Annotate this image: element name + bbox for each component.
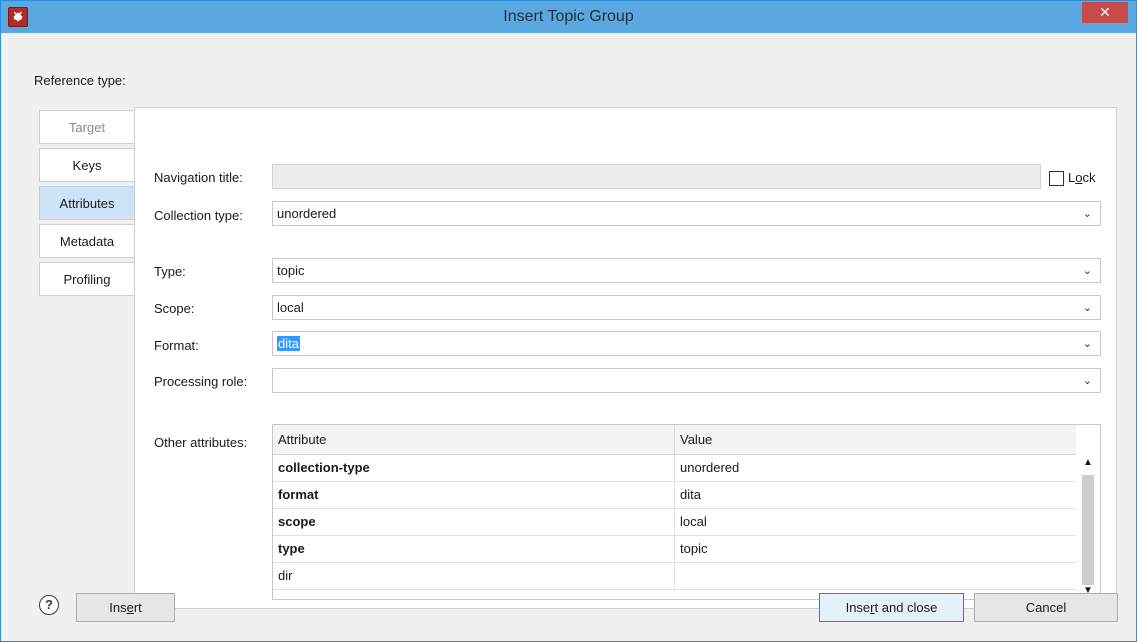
tab-metadata[interactable]: Metadata (39, 224, 134, 258)
table-row[interactable]: format dita (273, 482, 1076, 509)
table-row[interactable]: dir (273, 563, 1076, 590)
navigation-title-field[interactable] (272, 164, 1041, 189)
format-label: Format: (154, 338, 199, 353)
format-value: dita (277, 336, 300, 351)
lock-label-suffix: ck (1082, 170, 1096, 185)
title-bar: Insert Topic Group ✕ (1, 1, 1136, 33)
type-value: topic (277, 263, 305, 278)
attribute-value-cell[interactable]: unordered (675, 455, 1076, 482)
insert-label-mnemonic: e (126, 600, 134, 615)
chevron-down-icon: ⌄ (1082, 265, 1092, 277)
column-header-attribute[interactable]: Attribute (273, 425, 675, 455)
dialog-content: Reference type: Target Keys Attributes M… (1, 33, 1136, 641)
reference-type-label: Reference type: (34, 73, 126, 88)
attribute-value-cell[interactable]: dita (675, 482, 1076, 509)
insert-button[interactable]: Insert (76, 593, 175, 622)
processing-role-select[interactable]: ⌄ (272, 368, 1101, 393)
attribute-name-cell[interactable]: type (273, 536, 675, 563)
attributes-panel: Navigation title: Lock Collection type: … (134, 107, 1117, 609)
chevron-down-icon: ⌄ (1082, 375, 1092, 387)
collection-type-value: unordered (277, 206, 337, 221)
scroll-thumb[interactable] (1082, 475, 1094, 585)
type-select[interactable]: topic ⌄ (272, 258, 1101, 283)
attribute-name-cell[interactable]: collection-type (273, 455, 675, 482)
scope-select[interactable]: local ⌄ (272, 295, 1101, 320)
attribute-value-cell[interactable] (675, 563, 1076, 590)
tab-keys[interactable]: Keys (39, 148, 134, 182)
attribute-name-cell[interactable]: scope (273, 509, 675, 536)
other-attributes-label: Other attributes: (154, 435, 248, 450)
lock-checkbox-box[interactable] (1049, 171, 1064, 187)
help-icon[interactable]: ? (39, 595, 59, 615)
cancel-button[interactable]: Cancel (974, 593, 1118, 622)
format-select[interactable]: dita ⌄ (272, 331, 1101, 356)
navigation-title-label: Navigation title: (154, 170, 243, 185)
table-row[interactable]: collection-type unordered (273, 455, 1076, 482)
attributes-table[interactable]: Attribute Value collection-type unordere… (272, 424, 1101, 600)
table-row[interactable]: type topic (273, 536, 1076, 563)
close-button[interactable]: ✕ (1082, 2, 1128, 23)
chevron-down-icon: ⌄ (1082, 302, 1092, 314)
scope-value: local (277, 300, 304, 315)
collection-type-select[interactable]: unordered ⌄ (272, 201, 1101, 226)
scope-label: Scope: (154, 301, 195, 316)
insert-label-prefix: Ins (109, 600, 127, 615)
insert-close-label-prefix: Inse (845, 600, 871, 615)
scroll-up-icon[interactable]: ▲ (1076, 455, 1100, 471)
insert-and-close-button[interactable]: Insert and close (819, 593, 964, 622)
chevron-down-icon: ⌄ (1082, 208, 1092, 220)
lock-checkbox[interactable]: Lock (1049, 170, 1096, 187)
dialog-window: Insert Topic Group ✕ Reference type: Tar… (0, 0, 1137, 642)
table-scrollbar[interactable]: ▲ ▼ (1076, 455, 1100, 599)
tab-target[interactable]: Target (39, 110, 134, 144)
chevron-down-icon: ⌄ (1082, 338, 1092, 350)
insert-label-suffix: rt (133, 600, 142, 615)
attribute-value-cell[interactable]: local (675, 509, 1076, 536)
attribute-name-cell[interactable]: dir (273, 563, 675, 590)
type-label: Type: (154, 264, 186, 279)
attribute-name-cell[interactable]: format (273, 482, 675, 509)
attribute-value-cell[interactable]: topic (675, 536, 1076, 563)
column-header-value[interactable]: Value (675, 425, 1076, 455)
tab-profiling[interactable]: Profiling (39, 262, 134, 296)
collection-type-label: Collection type: (154, 208, 243, 223)
tab-attributes[interactable]: Attributes (39, 186, 134, 220)
insert-close-label-suffix: t and close (874, 600, 938, 615)
table-row[interactable]: scope local (273, 509, 1076, 536)
dialog-title: Insert Topic Group (503, 8, 634, 25)
processing-role-label: Processing role: (154, 374, 248, 389)
table-header: Attribute Value (273, 425, 1076, 455)
